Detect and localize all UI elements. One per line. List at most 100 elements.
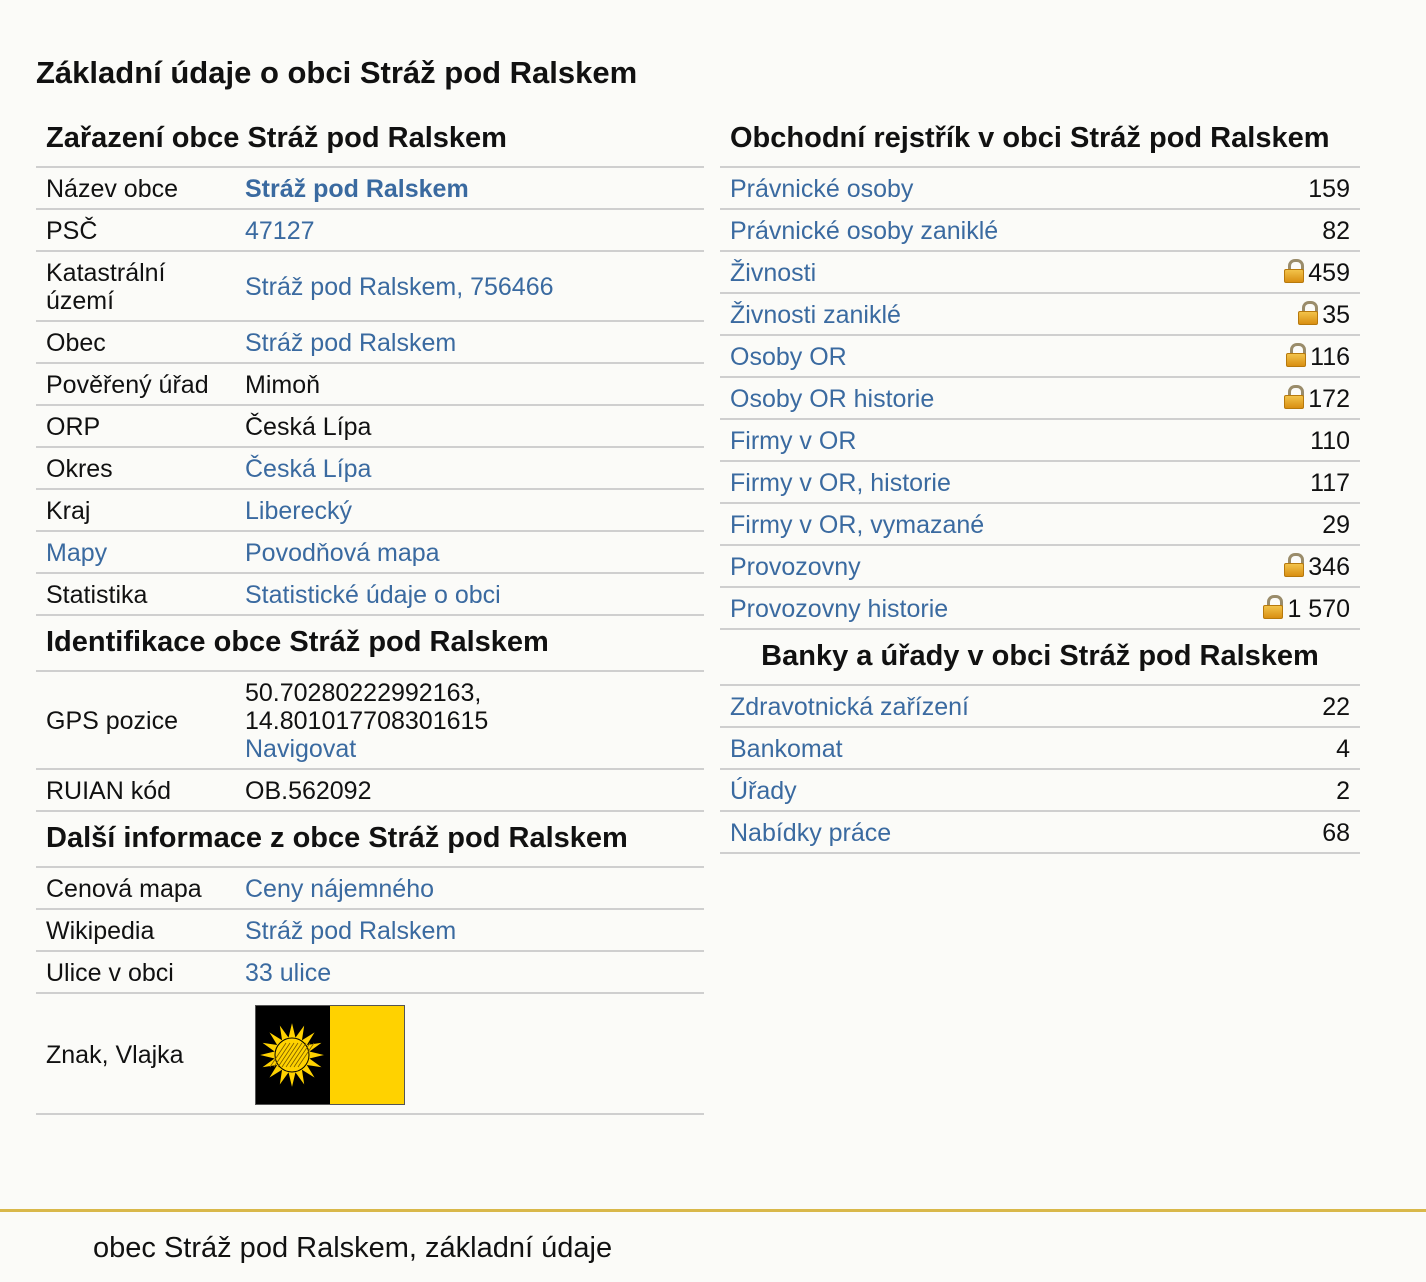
count-value: 110 [1310,427,1350,455]
povodnova-mapa-link[interactable]: Povodňová mapa [245,539,440,567]
flag-image [255,1004,405,1105]
row-label: Wikipedia [36,909,235,952]
table-row: Živnosti zaniklé 35 [720,293,1360,336]
count-value: 22 [1322,693,1350,721]
table-row: Wikipedia Stráž pod Ralskem [36,909,704,952]
table-row: Firmy v OR, vymazané 29 [720,503,1360,546]
mapy-link[interactable]: Mapy [46,539,107,567]
firmy-v-or-vymazane-link[interactable]: Firmy v OR, vymazané [730,511,984,539]
count-value: 459 [1308,259,1350,287]
row-label: Statistika [36,573,235,616]
row-label: Kraj [36,489,235,532]
table-row: Nabídky práce 68 [720,811,1360,854]
left-column: Zařazení obce Stráž pod Ralskem Název ob… [36,112,704,1115]
table-row: Provozovny 346 [720,545,1360,588]
count-value: 35 [1322,301,1350,329]
obec-name-link[interactable]: Stráž pod Ralskem [245,175,469,203]
pravnicke-osoby-zanikle-link[interactable]: Právnické osoby zaniklé [730,217,998,245]
lock-icon [1298,301,1319,325]
row-label: Pověřený úřad [36,363,235,406]
row-label: Obec [36,321,235,364]
right-column: Obchodní rejstřík v obci Stráž pod Ralsk… [720,112,1360,854]
section-heading-rejstrik: Obchodní rejstřík v obci Stráž pod Ralsk… [720,112,1360,168]
count-value: 82 [1322,217,1350,245]
identifikace-table: GPS pozice 50.70280222992163, 14.8010177… [36,672,704,812]
count-value: 117 [1310,469,1350,497]
row-label: Okres [36,447,235,490]
zivnosti-zanikle-link[interactable]: Živnosti zaniklé [730,301,901,329]
lock-icon [1284,553,1305,577]
row-label: PSČ [36,209,235,252]
provozovny-link[interactable]: Provozovny [730,553,861,581]
firmy-v-or-link[interactable]: Firmy v OR [730,427,856,455]
firmy-v-or-historie-link[interactable]: Firmy v OR, historie [730,469,951,497]
table-row: RUIAN kód OB.562092 [36,769,704,812]
table-row: Obec Stráž pod Ralskem [36,321,704,364]
row-label: Ulice v obci [36,951,235,994]
table-row: ORP Česká Lípa [36,405,704,448]
katastralni-uzemi-link[interactable]: Stráž pod Ralskem, 756466 [245,273,554,301]
ruian-label: RUIAN kód [36,769,235,812]
emblem-label: Znak, Vlajka [36,993,235,1115]
table-row: Cenová mapa Ceny nájemného [36,868,704,910]
lock-icon [1284,259,1305,283]
table-row: Název obce Stráž pod Ralskem [36,168,704,210]
sun-icon [257,1020,327,1089]
wikipedia-link[interactable]: Stráž pod Ralskem [245,917,456,945]
zarazeni-table: Název obce Stráž pod Ralskem PSČ 47127 K… [36,168,704,616]
table-row: Právnické osoby zaniklé 82 [720,209,1360,252]
page-title: Základní údaje o obci Stráž pod Ralskem [36,55,638,90]
ceny-najemneho-link[interactable]: Ceny nájemného [245,875,434,903]
table-row: Katastrální území Stráž pod Ralskem, 756… [36,251,704,322]
table-row: Statistika Statistické údaje o obci [36,573,704,616]
count-value: 1 570 [1287,595,1350,623]
nabidky-prace-link[interactable]: Nabídky práce [730,819,891,847]
lock-icon [1263,595,1284,619]
count-value: 2 [1336,777,1350,805]
table-row: Znak, Vlajka [36,993,704,1115]
table-row: Okres Česká Lípa [36,447,704,490]
urady-link[interactable]: Úřady [730,777,797,805]
kraj-link[interactable]: Liberecký [245,497,352,525]
table-row: Úřady 2 [720,769,1360,812]
section-heading-zarazeni: Zařazení obce Stráž pod Ralskem [36,112,704,168]
statisticke-udaje-link[interactable]: Statistické údaje o obci [245,581,501,609]
obec-link[interactable]: Stráž pod Ralskem [245,329,456,357]
table-row: GPS pozice 50.70280222992163, 14.8010177… [36,672,704,770]
provozovny-historie-link[interactable]: Provozovny historie [730,595,948,623]
pravnicke-osoby-link[interactable]: Právnické osoby [730,175,913,203]
orp-value: Česká Lípa [235,405,704,448]
table-row: Bankomat 4 [720,727,1360,770]
zivnosti-link[interactable]: Živnosti [730,259,816,287]
table-row: Osoby OR 116 [720,335,1360,378]
table-row: Provozovny historie 1 570 [720,587,1360,630]
table-row: Ulice v obci 33 ulice [36,951,704,994]
psc-link[interactable]: 47127 [245,217,315,245]
table-row: Mapy Povodňová mapa [36,531,704,574]
ulice-link[interactable]: 33 ulice [245,959,331,987]
navigate-link[interactable]: Navigovat [245,735,356,763]
ruian-value: OB.562092 [235,769,704,812]
table-row: Firmy v OR 110 [720,419,1360,462]
lock-icon [1286,343,1307,367]
rejstrik-table: Právnické osoby 159 Právnické osoby zanikl… [720,168,1360,630]
bankomat-link[interactable]: Bankomat [730,735,843,763]
count-value: 116 [1310,343,1350,371]
row-label: Cenová mapa [36,868,235,910]
count-value: 346 [1308,553,1350,581]
okres-link[interactable]: Česká Lípa [245,455,371,483]
dalsi-table: Cenová mapa Ceny nájemného Wikipedia Str… [36,868,704,1115]
gps-lat: 50.70280222992163, [245,679,482,707]
lock-icon [1284,385,1305,409]
row-label: Název obce [36,168,235,210]
row-label: ORP [36,405,235,448]
section-heading-identifikace: Identifikace obce Stráž pod Ralskem [36,616,704,672]
footer-divider [0,1209,1426,1212]
zdravotnicka-zarizeni-link[interactable]: Zdravotnická zařízení [730,693,969,721]
table-row: Zdravotnická zařízení 22 [720,686,1360,728]
gps-label: GPS pozice [36,672,235,770]
banky-table: Zdravotnická zařízení 22 Bankomat 4 Úřady 2 Na… [720,686,1360,854]
table-row: Osoby OR historie 172 [720,377,1360,420]
osoby-or-link[interactable]: Osoby OR [730,343,847,371]
osoby-or-historie-link[interactable]: Osoby OR historie [730,385,934,413]
